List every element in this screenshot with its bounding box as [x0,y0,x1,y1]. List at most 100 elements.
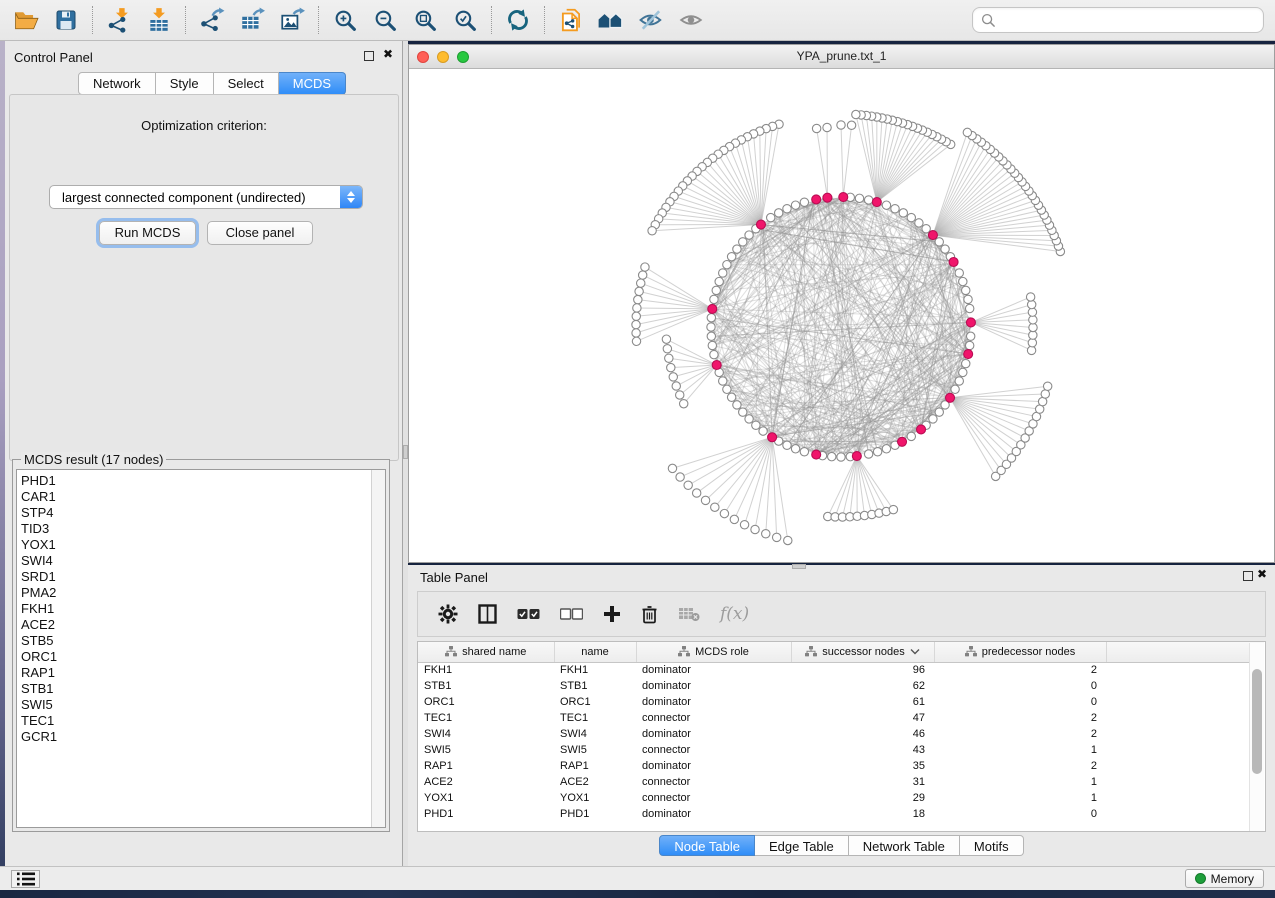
network-view-window: YPA_prune.txt_1 [408,44,1275,563]
create-column-button[interactable] [603,605,621,623]
list-item[interactable]: GCR1 [21,729,385,745]
tab-network[interactable]: Network [78,72,156,95]
export-network-button[interactable] [192,3,232,37]
table-row[interactable]: SWI5SWI5connector431 [418,742,1264,758]
delete-table-button-disabled[interactable] [678,606,700,622]
column-header-predecessor-nodes[interactable]: predecessor nodes [934,642,1106,662]
table-scrollbar[interactable] [1249,643,1264,832]
list-item[interactable]: FKH1 [21,601,385,617]
refresh-view-button[interactable] [498,3,538,37]
divider-grip-horizontal[interactable] [792,564,806,569]
list-icon [17,872,35,886]
table-row[interactable]: ORC1ORC1dominator610 [418,694,1264,710]
list-item[interactable]: STB1 [21,681,385,697]
list-item[interactable]: SRD1 [21,569,385,585]
shared-column-icon [678,646,690,657]
close-table-panel-icon[interactable]: ✖ [1257,567,1267,581]
tab-select[interactable]: Select [214,72,279,95]
list-item[interactable]: SWI5 [21,697,385,713]
table-row[interactable]: YOX1YOX1connector291 [418,790,1264,806]
save-session-button[interactable] [46,3,86,37]
list-item[interactable]: PMA2 [21,585,385,601]
network-window-title: YPA_prune.txt_1 [409,49,1274,63]
criterion-dropdown[interactable]: largest connected component (undirected) [49,185,363,209]
table-row[interactable]: SWI4SWI4dominator462 [418,726,1264,742]
list-item[interactable]: STP4 [21,505,385,521]
export-image-icon [279,7,305,33]
import-table-button[interactable] [139,3,179,37]
list-item[interactable]: PHD1 [21,473,385,489]
table-row[interactable]: RAP1RAP1dominator352 [418,758,1264,774]
export-table-button[interactable] [232,3,272,37]
list-item[interactable]: ACE2 [21,617,385,633]
task-history-button[interactable] [11,870,40,888]
close-panel-button[interactable]: Close panel [207,221,313,245]
hide-panels-button[interactable] [631,3,671,37]
network-window-titlebar[interactable]: YPA_prune.txt_1 [409,45,1274,69]
close-panel-icon[interactable]: ✖ [383,47,393,61]
column-header-mcds-role[interactable]: MCDS role [636,642,791,662]
float-panel-icon[interactable] [364,51,374,61]
select-all-button[interactable] [517,608,540,620]
network-canvas[interactable] [409,69,1274,562]
tab-node-table[interactable]: Node Table [659,835,755,856]
list-item[interactable]: TID3 [21,521,385,537]
table-row[interactable]: STB1STB1dominator620 [418,678,1264,694]
export-image-button[interactable] [272,3,312,37]
memory-button[interactable]: Memory [1185,869,1264,888]
save-icon [54,8,78,32]
show-column-button[interactable] [478,604,497,624]
column-header-successor-nodes[interactable]: successor nodes [791,642,934,662]
open-file-button[interactable] [6,3,46,37]
mcds-result-list[interactable]: PHD1CAR1STP4TID3YOX1SWI4SRD1PMA2FKH1ACE2… [16,469,386,828]
tab-motifs[interactable]: Motifs [960,835,1024,856]
show-panels-button[interactable] [671,3,711,37]
toolbar-separator [318,6,319,34]
search-input[interactable] [1001,12,1263,29]
list-item[interactable]: SWI4 [21,553,385,569]
delete-column-button[interactable] [641,604,658,624]
list-item[interactable]: RAP1 [21,665,385,681]
zoom-in-icon [333,8,358,33]
memory-label: Memory [1211,872,1254,886]
zoom-in-button[interactable] [325,3,365,37]
search-icon [981,13,996,28]
table-scrollbar-thumb[interactable] [1252,669,1262,774]
deselect-all-button[interactable] [560,608,583,620]
mcds-list-scrollbar[interactable] [371,470,385,827]
search-field[interactable] [972,7,1264,33]
tab-network-table[interactable]: Network Table [849,835,960,856]
table-row[interactable]: FKH1FKH1dominator962 [418,662,1264,678]
open-folder-icon [13,9,40,32]
toolbar-separator [185,6,186,34]
float-table-panel-icon[interactable] [1243,571,1253,581]
column-header-shared-name[interactable]: shared name [418,642,554,662]
list-item[interactable]: CAR1 [21,489,385,505]
tab-mcds[interactable]: MCDS [279,72,346,95]
duplicate-network-icon [558,7,584,33]
list-item[interactable]: TEC1 [21,713,385,729]
tab-edge-table[interactable]: Edge Table [755,835,849,856]
tab-style[interactable]: Style [156,72,214,95]
table-settings-button[interactable] [438,604,458,624]
list-item[interactable]: YOX1 [21,537,385,553]
table-row[interactable]: PHD1PHD1dominator180 [418,806,1264,822]
table-row[interactable]: TEC1TEC1connector472 [418,710,1264,726]
network-graph[interactable] [409,69,1275,564]
duplicate-network-button[interactable] [551,3,591,37]
function-builder-button[interactable]: f(x) [720,604,749,624]
run-mcds-button[interactable]: Run MCDS [99,221,196,245]
zoom-out-button[interactable] [365,3,405,37]
table-row[interactable]: ACE2ACE2connector311 [418,774,1264,790]
main-toolbar [0,0,1275,41]
table-toolbar: f(x) [417,591,1266,637]
list-item[interactable]: ORC1 [21,649,385,665]
import-network-button[interactable] [99,3,139,37]
node-table[interactable]: shared name name MCDS role successor nod… [417,641,1266,832]
column-header-name[interactable]: name [554,642,636,662]
control-panel: Control Panel ✖ Network Style Select MCD… [5,41,403,868]
network-overview-button[interactable] [591,3,631,37]
zoom-fit-button[interactable] [405,3,445,37]
zoom-selected-button[interactable] [445,3,485,37]
list-item[interactable]: STB5 [21,633,385,649]
